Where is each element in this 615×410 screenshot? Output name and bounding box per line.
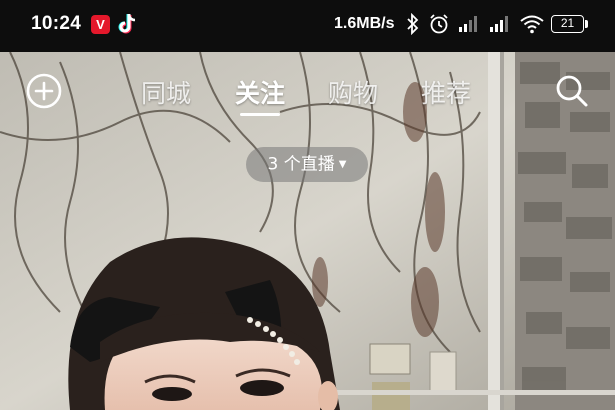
active-tab-indicator [240,113,280,116]
live-count-button[interactable]: 3 个直播 ▼ [246,147,368,182]
chevron-down-icon: ▼ [338,159,347,170]
signal-icon [490,16,508,32]
wifi-icon [520,15,544,34]
network-speed: 1.6MB/s [334,15,395,32]
tab-following[interactable]: 关注 [235,74,285,110]
battery-icon: 21 [551,15,584,33]
video-frame [0,52,615,410]
video-app-icon: V [91,15,110,34]
tab-shopping[interactable]: 购物 [328,74,378,110]
alarm-icon [430,14,448,34]
search-icon[interactable] [553,72,591,110]
status-time: 10:24 [31,13,82,34]
live-count-label: 3 个直播 [267,154,335,175]
tab-recommend[interactable]: 推荐 [421,74,471,110]
tiktok-icon [118,14,136,34]
status-bar: 10:24 V 1.6MB/s 21 [0,0,615,52]
tab-nearby[interactable]: 同城 [141,74,191,110]
add-icon[interactable] [25,72,63,110]
signal-icon [459,16,477,32]
bluetooth-icon [407,13,419,35]
battery-tip [585,20,588,28]
